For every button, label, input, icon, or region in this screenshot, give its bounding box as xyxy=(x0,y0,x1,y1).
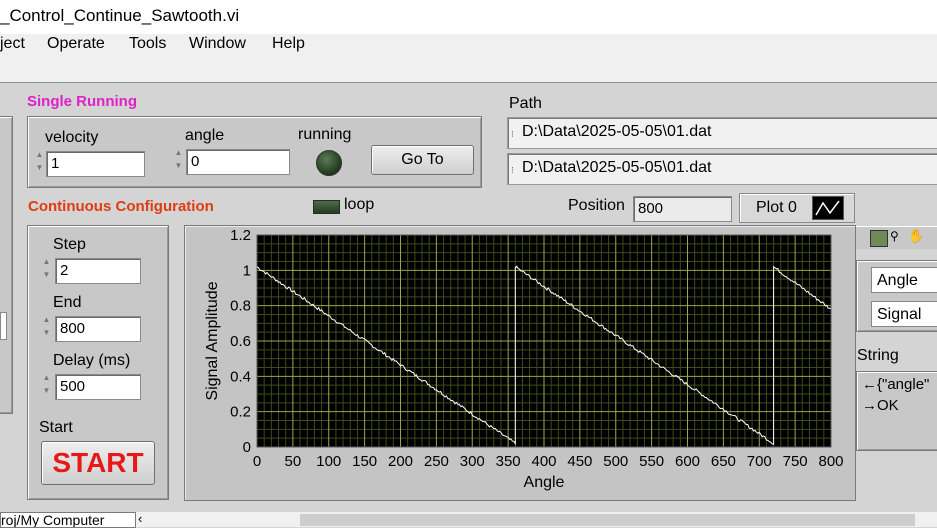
decrement-arrow-icon[interactable]: ▼ xyxy=(41,385,52,397)
running-led xyxy=(316,150,342,176)
toolbar xyxy=(0,56,937,83)
single-running-title: Single Running xyxy=(27,93,137,110)
position-indicator: 800 xyxy=(633,196,732,222)
path-indicator-1: ⁝ D:\Data\2025-05-05\01.dat xyxy=(507,117,937,149)
decrement-arrow-icon[interactable]: ▼ xyxy=(41,327,52,339)
path-indicator-2: ⁝ D:\Data\2025-05-05\01.dat xyxy=(507,153,937,185)
y-tick-label: 0.2 xyxy=(230,404,251,421)
x-tick-label: 400 xyxy=(531,453,556,470)
menu-item-tools[interactable]: Tools xyxy=(129,35,166,53)
menu-item-window[interactable]: Window xyxy=(189,35,246,53)
x-tick-label: 800 xyxy=(818,453,843,470)
x-tick-label: 300 xyxy=(460,453,485,470)
x-tick-label: 500 xyxy=(603,453,628,470)
plot-line-icon xyxy=(815,200,840,216)
plot-legend[interactable]: Plot 0 xyxy=(739,193,855,223)
plot-legend-swatch xyxy=(812,196,844,220)
x-tick-label: 700 xyxy=(747,453,772,470)
zoom-icon[interactable]: ⚲ xyxy=(890,229,899,243)
path-icon: ⁝ xyxy=(511,165,514,175)
x-tick-label: 50 xyxy=(285,453,302,470)
waveform-graph: 0 50 100 150 200 250 300 350 400 450 500 550 600 650 7… xyxy=(184,225,856,501)
start-button[interactable]: START xyxy=(41,441,155,485)
step-input[interactable]: 2 xyxy=(55,258,141,284)
path-label: Path xyxy=(509,95,542,112)
angle-label: angle xyxy=(185,127,225,144)
path-value-2: D:\Data\2025-05-05\01.dat xyxy=(522,159,712,176)
continuous-configuration-title: Continuous Configuration xyxy=(28,198,214,215)
increment-arrow-icon[interactable]: ▲ xyxy=(41,314,52,326)
menu-bar: ject Operate Tools Window Help xyxy=(0,34,937,56)
y-tick-label: 1 xyxy=(243,262,251,279)
decrement-arrow-icon[interactable]: ▼ xyxy=(173,160,184,172)
graph-palette: ⚲ ✋ xyxy=(856,226,937,249)
plot-legend-label: Plot 0 xyxy=(756,199,797,216)
string-line-2: →OK xyxy=(862,397,899,414)
left-partial-cluster xyxy=(0,116,13,414)
path-icon: ⁝ xyxy=(511,129,514,139)
loop-label: loop xyxy=(344,196,375,213)
x-tick-label: 250 xyxy=(424,453,449,470)
position-label: Position xyxy=(568,197,625,214)
decrement-arrow-icon[interactable]: ▼ xyxy=(41,269,52,281)
x-tick-label: 600 xyxy=(675,453,700,470)
end-input[interactable]: 800 xyxy=(55,316,141,342)
y-tick-label: 0 xyxy=(243,439,251,456)
y-tick-label: 0.4 xyxy=(230,368,251,385)
decrement-arrow-icon[interactable]: ▼ xyxy=(34,162,45,174)
x-tick-label: 450 xyxy=(567,453,592,470)
window-title: _Control_Continue_Sawtooth.vi xyxy=(0,6,240,25)
start-label: Start xyxy=(39,419,73,436)
chart-svg: 0 50 100 150 200 250 300 350 400 450 500 550 600 650 7… xyxy=(204,227,844,491)
scroll-left-icon[interactable]: ‹ xyxy=(138,511,142,526)
loop-led xyxy=(313,200,340,214)
left-partial-input[interactable] xyxy=(0,312,7,340)
project-path: roj/My Computer xyxy=(0,512,136,528)
running-label: running xyxy=(298,126,352,143)
go-to-button[interactable]: Go To xyxy=(371,145,474,175)
menu-item-help[interactable]: Help xyxy=(272,35,305,53)
cursor-legend: Angle Signal xyxy=(856,260,937,332)
angle-input[interactable]: 0 xyxy=(186,149,290,175)
delay-input[interactable]: 500 xyxy=(55,374,141,400)
menu-item-project[interactable]: ject xyxy=(0,35,25,53)
velocity-input[interactable]: 1 xyxy=(46,151,145,177)
single-running-cluster: velocity ▲ ▼ 1 angle ▲ ▼ 0 running Go To xyxy=(27,116,482,188)
string-label: String xyxy=(857,347,899,364)
increment-arrow-icon[interactable]: ▲ xyxy=(34,149,45,161)
increment-arrow-icon[interactable]: ▲ xyxy=(41,256,52,268)
cursor-x-name[interactable]: Angle xyxy=(871,267,937,293)
string-indicator: ←{"angle" →OK xyxy=(856,371,937,451)
window-title-bar: _Control_Continue_Sawtooth.vi xyxy=(0,0,937,34)
end-label: End xyxy=(53,294,82,311)
y-tick-label: 1.2 xyxy=(230,227,251,244)
x-tick-label: 550 xyxy=(639,453,664,470)
y-tick-label: 0.6 xyxy=(230,333,251,350)
increment-arrow-icon[interactable]: ▲ xyxy=(173,147,184,159)
increment-arrow-icon[interactable]: ▲ xyxy=(41,372,52,384)
x-tick-label: 0 xyxy=(253,453,261,470)
cursor-tool-icon[interactable] xyxy=(870,230,888,247)
x-tick-label: 150 xyxy=(352,453,377,470)
y-axis-label: Signal Amplitude xyxy=(204,281,221,400)
x-tick-label: 350 xyxy=(496,453,521,470)
step-label: Step xyxy=(53,236,86,253)
velocity-label: velocity xyxy=(45,129,99,146)
menu-item-operate[interactable]: Operate xyxy=(47,35,105,53)
path-value-1: D:\Data\2025-05-05\01.dat xyxy=(522,123,712,140)
horizontal-scrollbar[interactable] xyxy=(300,514,915,526)
x-tick-label: 750 xyxy=(783,453,808,470)
pan-hand-icon[interactable]: ✋ xyxy=(908,228,924,244)
status-bar: roj/My Computer ‹ xyxy=(0,511,937,528)
x-axis-label: Angle xyxy=(524,474,565,491)
delay-label: Delay (ms) xyxy=(53,352,131,369)
continuous-cluster: Step ▲ ▼ 2 End ▲ ▼ 800 Delay (ms) ▲ ▼ 50… xyxy=(27,225,169,500)
x-tick-label: 100 xyxy=(316,453,341,470)
x-tick-label: 650 xyxy=(711,453,736,470)
string-line-1: ←{"angle" xyxy=(862,376,930,393)
y-tick-label: 0.8 xyxy=(230,298,251,315)
cursor-y-name[interactable]: Signal xyxy=(871,301,937,327)
x-tick-label: 200 xyxy=(388,453,413,470)
